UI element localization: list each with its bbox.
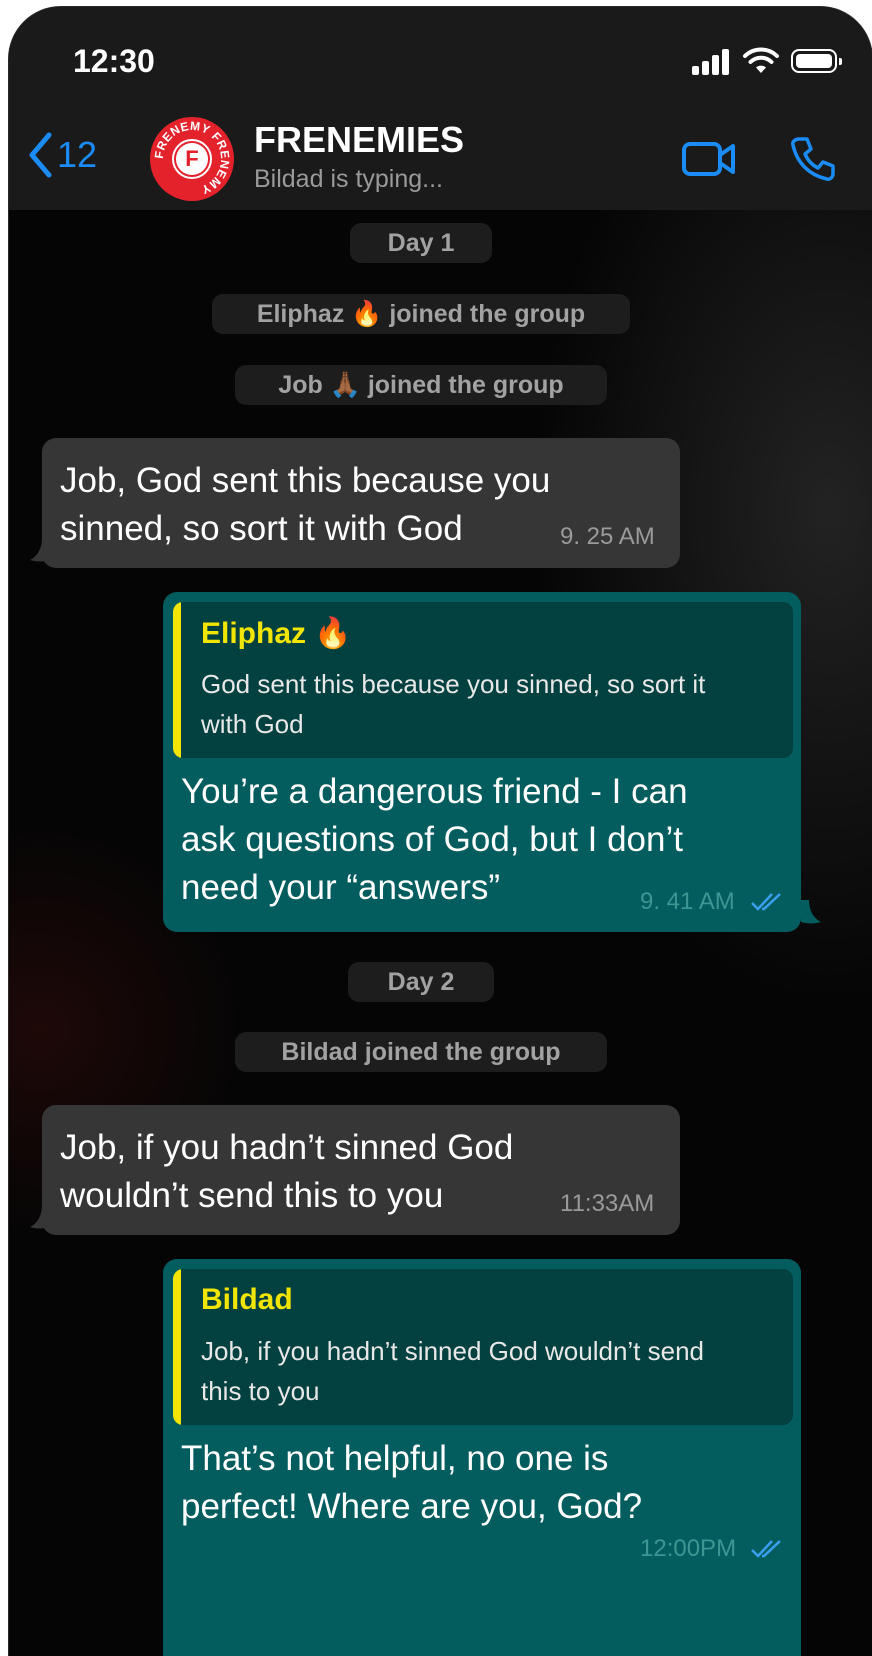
- quote-line: this to you: [201, 1376, 320, 1406]
- quote-author: Bildad: [201, 1283, 293, 1316]
- back-button[interactable]: 12: [27, 131, 97, 179]
- outgoing-message[interactable]: Eliphaz 🔥 God sent this because you sinn…: [163, 592, 801, 932]
- message-time: 11:33AM: [560, 1190, 655, 1217]
- group-avatar[interactable]: FRENEMY FRENEMY F: [150, 117, 234, 201]
- message-text: wouldn’t send this to you: [60, 1176, 444, 1215]
- bubble-tail: [801, 900, 821, 924]
- message-text: That’s not helpful, no one is: [181, 1439, 609, 1478]
- incoming-message[interactable]: Job, if you hadn’t sinned God wouldn’t s…: [42, 1105, 680, 1235]
- quote-text: Job, if you hadn’t sinned God wouldn’t s…: [201, 1331, 781, 1411]
- back-chevron-icon: [29, 132, 52, 178]
- message-time: 9. 41 AM: [640, 888, 735, 915]
- date-separator: Day 2: [348, 962, 494, 1002]
- message-text: ask questions of God, but I don’t: [181, 820, 683, 859]
- avatar-letter: F: [176, 143, 208, 175]
- quote-text: God sent this because you sinned, so sor…: [201, 664, 781, 744]
- bubble-tail: [30, 538, 50, 562]
- battery-icon: [791, 49, 842, 73]
- incoming-message[interactable]: Job, God sent this because you sinned, s…: [42, 438, 680, 568]
- system-message: Bildad joined the group: [235, 1032, 607, 1072]
- quote-line: Job, if you hadn’t sinned God wouldn’t s…: [201, 1336, 705, 1366]
- video-call-icon[interactable]: [681, 139, 737, 179]
- message-text: need your “answers”: [181, 868, 501, 907]
- status-bar: 12:30: [9, 7, 872, 107]
- quote-line: God sent this because you sinned, so sor…: [201, 669, 706, 699]
- quote-bar: [173, 1269, 181, 1425]
- outgoing-message[interactable]: Bildad Job, if you hadn’t sinned God wou…: [163, 1259, 801, 1656]
- message-text: Job, if you hadn’t sinned God: [60, 1128, 514, 1167]
- message-text: perfect! Where are you, God?: [181, 1487, 643, 1526]
- quote-bar: [173, 602, 181, 758]
- group-name[interactable]: FRENEMIES: [254, 119, 464, 161]
- phone-screen: 12:30 12 FRENEMY FRENEMY F FRENEMIES Bil…: [9, 7, 872, 1656]
- system-message: Eliphaz 🔥 joined the group: [212, 294, 630, 334]
- quoted-message[interactable]: Eliphaz 🔥 God sent this because you sinn…: [173, 602, 793, 758]
- bubble-tail: [30, 1205, 50, 1229]
- status-time: 12:30: [73, 43, 155, 79]
- signal-icon: [692, 49, 732, 75]
- read-receipt-icon: [751, 893, 781, 911]
- quote-line: with God: [201, 709, 304, 739]
- chat-header: 12 FRENEMY FRENEMY F FRENEMIES Bildad is…: [9, 107, 872, 211]
- phone-call-icon[interactable]: [789, 135, 837, 183]
- typing-indicator: Bildad is typing...: [254, 165, 443, 193]
- message-time: 12:00PM: [640, 1535, 737, 1562]
- quote-author: Eliphaz 🔥: [201, 617, 352, 650]
- quoted-message[interactable]: Bildad Job, if you hadn’t sinned God wou…: [173, 1269, 793, 1425]
- message-time: 9. 25 AM: [560, 523, 655, 550]
- wifi-icon: [743, 47, 779, 73]
- system-message: Job 🙏🏾 joined the group: [235, 365, 607, 405]
- read-receipt-icon: [751, 1540, 781, 1558]
- unread-count: 12: [57, 134, 98, 175]
- date-separator: Day 1: [350, 223, 492, 263]
- message-text: sinned, so sort it with God: [60, 509, 463, 548]
- message-text: Job, God sent this because you: [60, 461, 551, 500]
- message-text: You’re a dangerous friend - I can: [181, 772, 688, 811]
